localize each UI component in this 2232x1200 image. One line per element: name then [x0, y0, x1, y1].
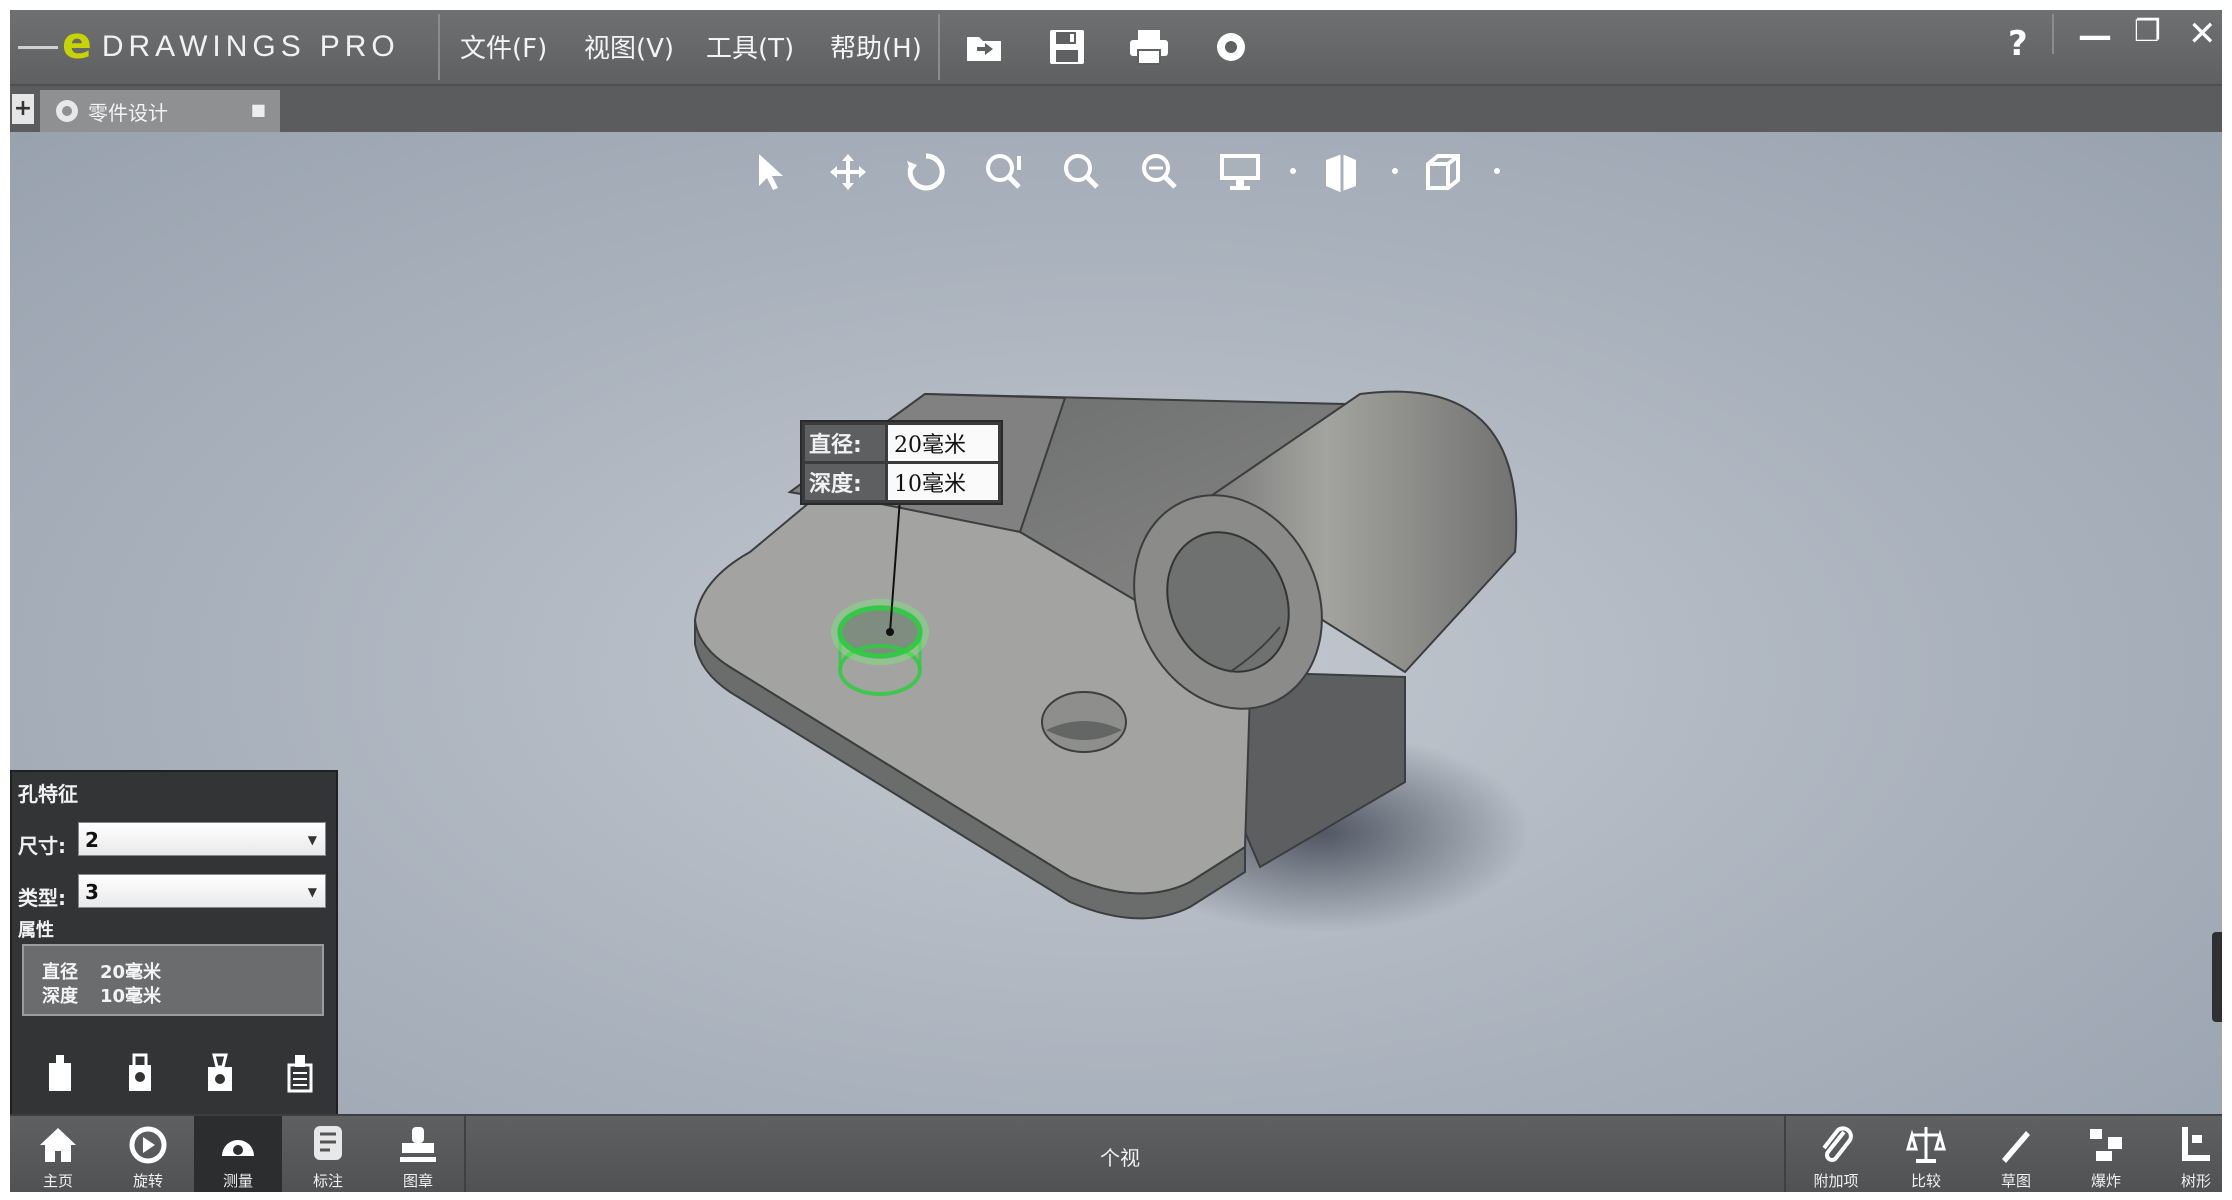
attach-label: 附加项: [1813, 1172, 1859, 1190]
logo-line: [18, 45, 58, 49]
app-logo: e DRAWINGS PRO: [18, 18, 400, 76]
measure-button[interactable]: 测量: [194, 1116, 282, 1192]
side-panel-handle[interactable]: [2212, 932, 2222, 1022]
bottom-divider: [1784, 1116, 1786, 1192]
tree-icon: [2172, 1122, 2220, 1168]
home-button[interactable]: 主页: [14, 1116, 102, 1192]
stamp-label: 图章: [402, 1172, 433, 1190]
explode-label: 爆炸: [2090, 1172, 2121, 1190]
markup-icon: [304, 1122, 352, 1168]
panel-title: 孔特征: [18, 782, 78, 806]
logo-suffix: PRO: [319, 30, 400, 63]
hole-properties-panel: 孔特征 尺寸: 2 ▼ 类型: 3 ▼ 属性 直径 20毫米 深度 10毫米: [10, 770, 338, 1118]
rotate-view-label: 旋转: [132, 1172, 163, 1190]
save-icon[interactable]: [1044, 24, 1090, 70]
pencil-icon: [1992, 1122, 2040, 1168]
markup-button[interactable]: 标注: [284, 1116, 372, 1192]
measure-icon: [214, 1122, 262, 1168]
bottom-toolbar: 主页 旋转 测量 标注 图章 个视 附加项 比较 草图 爆炸 树形: [10, 1114, 2222, 1192]
size-select[interactable]: 2 ▼: [78, 822, 326, 856]
callout-anchor: [886, 628, 894, 636]
title-bar: e DRAWINGS PRO 文件(F) 视图(V) 工具(T) 帮助(H) ? …: [10, 10, 2222, 86]
compare-label: 比较: [1910, 1172, 1941, 1190]
compare-icon: [1902, 1122, 1950, 1168]
compare-button[interactable]: 比较: [1882, 1116, 1970, 1192]
restore-button[interactable]: ❐: [2134, 14, 2161, 49]
stamp-button[interactable]: 图章: [374, 1116, 462, 1192]
properties-box: 直径 20毫米 深度 10毫米: [22, 944, 324, 1016]
size-select-value: 2: [85, 828, 99, 852]
rotate-view-button[interactable]: 旋转: [104, 1116, 192, 1192]
model-viewport[interactable]: 直径: 20毫米 深度: 10毫米: [10, 132, 2222, 1114]
explode-icon: [2082, 1122, 2130, 1168]
prop-label-depth: 深度: [42, 986, 78, 1007]
size-label: 尺寸:: [18, 834, 66, 858]
3d-part-model[interactable]: [10, 132, 2222, 1114]
callout-label-diameter: 直径:: [805, 425, 885, 461]
tree-label: 树形: [2180, 1172, 2211, 1190]
menu-view[interactable]: 视图(V): [584, 28, 674, 65]
attach-button[interactable]: 附加项: [1792, 1116, 1880, 1192]
callout-label-depth: 深度:: [805, 464, 885, 500]
dimension-callout[interactable]: 直径: 20毫米 深度: 10毫米: [800, 420, 1003, 505]
tree-button[interactable]: 树形: [2152, 1116, 2222, 1192]
titlebar-divider: [938, 14, 940, 80]
chevron-down-icon: ▼: [307, 885, 317, 899]
document-tab-label: 零件设计: [88, 100, 168, 125]
titlebar-divider: [2052, 14, 2054, 54]
type-select[interactable]: 3 ▼: [78, 874, 326, 908]
hole-type-counterbore-icon[interactable]: [118, 1048, 162, 1098]
view-status-text: 个视: [1100, 1146, 1140, 1170]
titlebar-divider: [438, 14, 440, 80]
close-button[interactable]: ✕: [2188, 14, 2217, 54]
menu-tools[interactable]: 工具(T): [706, 28, 794, 65]
logo-text: DRAWINGS PRO: [102, 30, 400, 64]
document-tab-strip: + 零件设计 ■: [10, 86, 2222, 132]
settings-icon[interactable]: [1208, 24, 1254, 70]
sketch-label: 草图: [2000, 1172, 2031, 1190]
chevron-down-icon: ▼: [307, 833, 317, 847]
callout-value-depth: 10毫米: [888, 464, 998, 500]
open-icon[interactable]: [962, 24, 1008, 70]
type-label: 类型:: [18, 886, 66, 910]
sketch-button[interactable]: 草图: [1972, 1116, 2060, 1192]
hole-type-tapped-icon[interactable]: [278, 1048, 322, 1098]
home-icon: [34, 1122, 82, 1168]
prop-label-diameter: 直径: [42, 962, 78, 983]
prop-value-diameter: 20毫米: [100, 962, 162, 983]
prop-value-depth: 10毫米: [100, 986, 162, 1007]
menu-file[interactable]: 文件(F): [460, 28, 547, 65]
stamp-icon: [394, 1122, 442, 1168]
props-title: 属性: [18, 920, 54, 941]
rotate-view-icon: [124, 1122, 172, 1168]
edrawings-window: e DRAWINGS PRO 文件(F) 视图(V) 工具(T) 帮助(H) ? …: [10, 10, 2222, 1192]
callout-value-diameter: 20毫米: [888, 425, 998, 461]
part-icon: [56, 100, 78, 122]
bottom-divider: [464, 1116, 466, 1192]
markup-label: 标注: [312, 1172, 343, 1190]
hole-type-simple-icon[interactable]: [38, 1048, 82, 1098]
help-button[interactable]: ?: [2008, 24, 2028, 64]
tab-close-icon[interactable]: ■: [251, 100, 266, 119]
hole-type-countersink-icon[interactable]: [198, 1048, 242, 1098]
print-icon[interactable]: [1126, 24, 1172, 70]
logo-name: DRAWINGS: [101, 30, 306, 63]
document-tab[interactable]: 零件设计 ■: [40, 90, 280, 132]
paperclip-icon: [1812, 1122, 1860, 1168]
menu-help[interactable]: 帮助(H): [830, 28, 922, 65]
home-label: 主页: [42, 1172, 73, 1190]
type-select-value: 3: [85, 880, 99, 904]
measure-label: 测量: [222, 1172, 253, 1190]
minimize-button[interactable]: —: [2078, 16, 2112, 56]
new-tab-button[interactable]: +: [12, 94, 34, 124]
logo-letter: e: [62, 18, 92, 69]
explode-button[interactable]: 爆炸: [2062, 1116, 2150, 1192]
